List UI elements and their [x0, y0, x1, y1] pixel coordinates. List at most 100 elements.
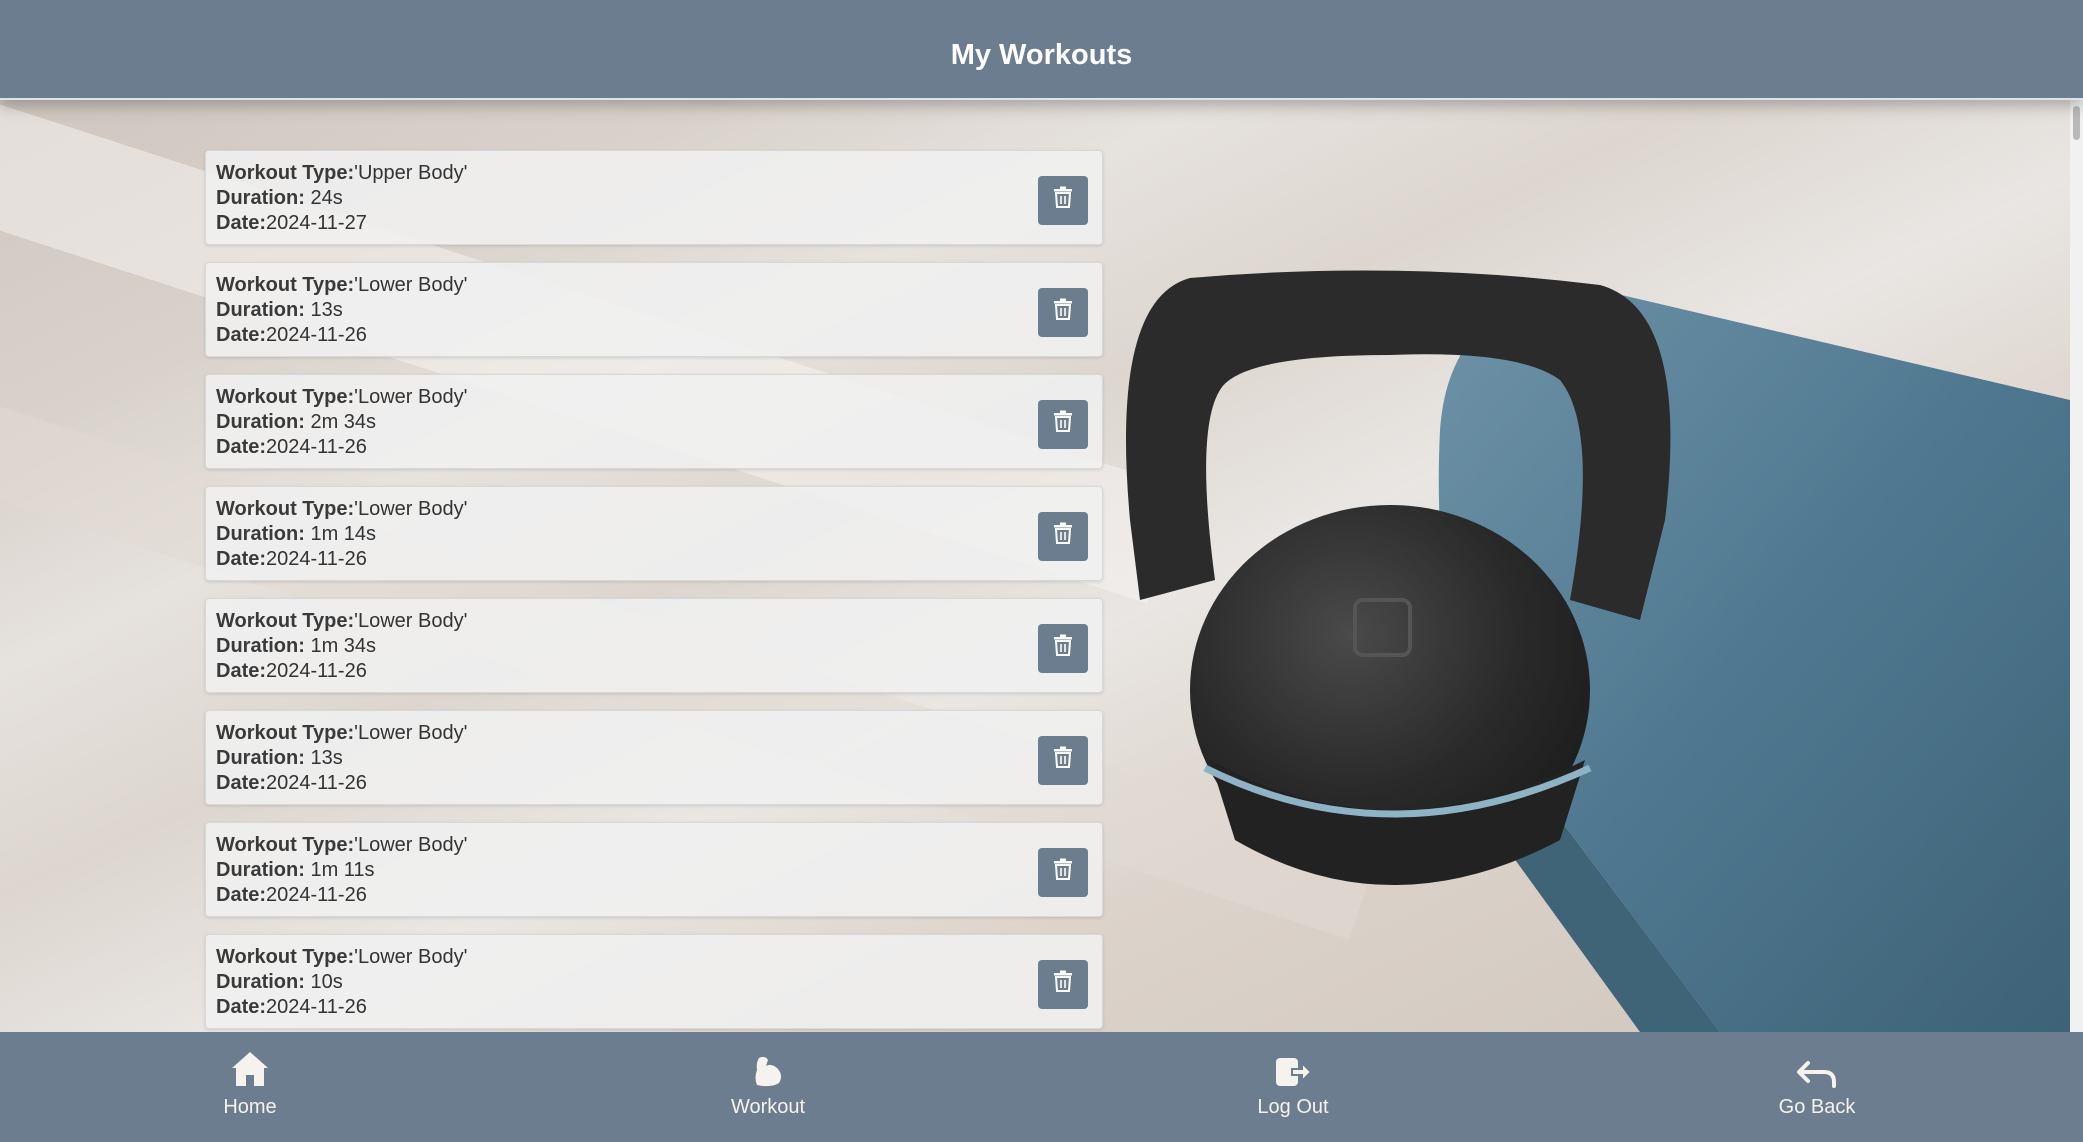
date-value: 2024-11-26 — [266, 324, 367, 346]
date-line: Date:2024-11-26 — [216, 771, 1092, 796]
workout-card: Workout Type:'Lower Body' Duration: 1m 1… — [205, 486, 1103, 581]
top-bar: My Workouts — [0, 0, 2083, 100]
date-label: Date: — [216, 212, 267, 234]
duration-label: Duration: — [216, 187, 305, 209]
workout-type-line: Workout Type:'Lower Body' — [216, 497, 1092, 522]
workout-type-line: Workout Type:'Upper Body' — [216, 161, 1092, 186]
date-line: Date:2024-11-26 — [216, 883, 1092, 908]
workout-type-label: Workout Type: — [216, 610, 355, 632]
workout-card: Workout Type:'Lower Body' Duration: 10s … — [205, 934, 1103, 1029]
bottom-nav: Home Workout Log Out Go Back — [0, 1032, 2083, 1142]
nav-home-label: Home — [223, 1096, 277, 1118]
workout-type-line: Workout Type:'Lower Body' — [216, 385, 1092, 410]
trash-icon — [1053, 746, 1073, 775]
workout-type-value: 'Lower Body' — [354, 274, 468, 296]
workout-card: Workout Type:'Upper Body' Duration: 24s … — [205, 150, 1103, 245]
nav-workout-label: Workout — [730, 1096, 806, 1118]
workout-type-label: Workout Type: — [216, 722, 355, 744]
trash-icon — [1053, 858, 1073, 887]
scrollbar-thumb[interactable] — [2073, 106, 2080, 140]
delete-button[interactable] — [1038, 288, 1088, 337]
duration-value: 1m 11s — [304, 859, 375, 881]
duration-line: Duration: 10s — [216, 970, 1092, 995]
delete-button[interactable] — [1038, 400, 1088, 449]
trash-icon — [1053, 970, 1073, 999]
date-line: Date:2024-11-27 — [216, 211, 1092, 236]
workout-type-label: Workout Type: — [216, 274, 355, 296]
workout-type-value: 'Upper Body' — [354, 162, 468, 184]
delete-button[interactable] — [1038, 624, 1088, 673]
duration-label: Duration: — [216, 971, 305, 993]
date-label: Date: — [216, 436, 267, 458]
trash-icon — [1053, 410, 1073, 439]
date-value: 2024-11-27 — [266, 212, 367, 234]
nav-home[interactable]: Home — [170, 1046, 330, 1119]
workout-type-value: 'Lower Body' — [354, 834, 468, 856]
workout-type-value: 'Lower Body' — [354, 946, 468, 968]
date-value: 2024-11-26 — [266, 772, 367, 794]
duration-line: Duration: 1m 34s — [216, 634, 1092, 659]
duration-label: Duration: — [216, 523, 305, 545]
duration-label: Duration: — [216, 299, 305, 321]
workout-type-value: 'Lower Body' — [354, 722, 468, 744]
duration-line: Duration: 13s — [216, 746, 1092, 771]
workout-card: Workout Type:'Lower Body' Duration: 1m 3… — [205, 598, 1103, 693]
date-value: 2024-11-26 — [266, 660, 367, 682]
date-label: Date: — [216, 772, 267, 794]
workout-type-line: Workout Type:'Lower Body' — [216, 945, 1092, 970]
date-label: Date: — [216, 884, 267, 906]
scrollbar[interactable] — [2070, 100, 2083, 1032]
date-line: Date:2024-11-26 — [216, 435, 1092, 460]
date-value: 2024-11-26 — [266, 996, 367, 1018]
duration-value: 1m 34s — [304, 635, 377, 657]
duration-value: 2m 34s — [304, 411, 377, 433]
home-icon — [170, 1046, 330, 1088]
duration-line: Duration: 1m 14s — [216, 522, 1092, 547]
duration-line: Duration: 2m 34s — [216, 410, 1092, 435]
delete-button[interactable] — [1038, 512, 1088, 561]
logout-icon — [1213, 1046, 1373, 1088]
date-label: Date: — [216, 996, 267, 1018]
duration-label: Duration: — [216, 411, 305, 433]
workout-type-line: Workout Type:'Lower Body' — [216, 609, 1092, 634]
nav-go-back[interactable]: Go Back — [1737, 1046, 1897, 1119]
duration-label: Duration: — [216, 859, 305, 881]
workout-type-label: Workout Type: — [216, 834, 355, 856]
nav-logout[interactable]: Log Out — [1213, 1046, 1373, 1119]
flexed-bicep-icon — [688, 1046, 848, 1088]
date-line: Date:2024-11-26 — [216, 659, 1092, 684]
workout-card: Workout Type:'Lower Body' Duration: 13s … — [205, 262, 1103, 357]
duration-line: Duration: 24s — [216, 186, 1092, 211]
workout-type-value: 'Lower Body' — [354, 610, 468, 632]
workout-type-line: Workout Type:'Lower Body' — [216, 833, 1092, 858]
delete-button[interactable] — [1038, 960, 1088, 1009]
delete-button[interactable] — [1038, 176, 1088, 225]
duration-value: 13s — [304, 299, 343, 321]
workout-type-label: Workout Type: — [216, 386, 355, 408]
nav-workout[interactable]: Workout — [688, 1046, 848, 1119]
workout-type-line: Workout Type:'Lower Body' — [216, 721, 1092, 746]
workout-type-label: Workout Type: — [216, 498, 355, 520]
duration-line: Duration: 13s — [216, 298, 1092, 323]
duration-value: 24s — [304, 187, 343, 209]
duration-label: Duration: — [216, 635, 305, 657]
date-line: Date:2024-11-26 — [216, 995, 1092, 1020]
duration-label: Duration: — [216, 747, 305, 769]
workout-list: Workout Type:'Upper Body' Duration: 24s … — [205, 150, 1103, 1046]
date-label: Date: — [216, 324, 267, 346]
delete-button[interactable] — [1038, 736, 1088, 785]
page-title: My Workouts — [950, 38, 1133, 71]
date-label: Date: — [216, 660, 267, 682]
workout-card: Workout Type:'Lower Body' Duration: 1m 1… — [205, 822, 1103, 917]
date-value: 2024-11-26 — [266, 548, 367, 570]
back-arrow-icon — [1737, 1046, 1897, 1088]
trash-icon — [1053, 634, 1073, 663]
trash-icon — [1053, 522, 1073, 551]
trash-icon — [1053, 186, 1073, 215]
workout-type-value: 'Lower Body' — [354, 386, 468, 408]
date-line: Date:2024-11-26 — [216, 547, 1092, 572]
date-line: Date:2024-11-26 — [216, 323, 1092, 348]
workout-type-label: Workout Type: — [216, 162, 355, 184]
duration-line: Duration: 1m 11s — [216, 858, 1092, 883]
delete-button[interactable] — [1038, 848, 1088, 897]
